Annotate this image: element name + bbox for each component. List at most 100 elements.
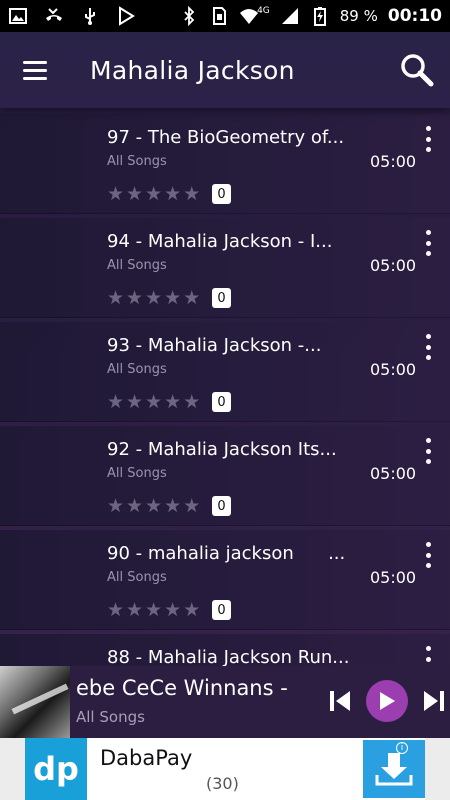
more-options-icon[interactable] (416, 438, 440, 464)
star-icon[interactable]: ★ (164, 288, 181, 308)
ad-margin (425, 738, 450, 800)
search-icon (401, 54, 434, 87)
star-icon[interactable]: ★ (126, 600, 143, 620)
song-list: 97 - The BioGeometry of... All Songs 05:… (0, 114, 450, 738)
ad-download-button[interactable] (363, 740, 425, 798)
signal-icon (281, 8, 298, 24)
battery-level: 89 % (339, 7, 378, 25)
skip-previous-icon[interactable] (328, 689, 352, 713)
star-icon[interactable]: ★ (107, 496, 124, 516)
song-duration: 05:00 (370, 568, 417, 587)
rating-count: 0 (212, 600, 231, 620)
more-options-icon[interactable] (416, 334, 440, 360)
now-playing-subtitle: All Songs (76, 708, 145, 726)
download-icon (375, 753, 413, 786)
missed-call-icon (46, 8, 62, 21)
image-notification-icon (9, 8, 27, 24)
star-icon[interactable]: ★ (164, 184, 181, 204)
star-icon[interactable]: ★ (145, 600, 162, 620)
song-title: 94 - Mahalia Jackson - I... (107, 231, 333, 252)
rating-count: 0 (212, 184, 231, 204)
song-row[interactable]: 94 - Mahalia Jackson - I... All Songs 05… (0, 218, 450, 318)
star-icon[interactable]: ★ (183, 184, 200, 204)
song-title: 92 - Mahalia Jackson Its... (107, 439, 337, 460)
star-icon[interactable]: ★ (107, 600, 124, 620)
song-subtitle: All Songs (107, 258, 167, 273)
battery-charging-icon (313, 7, 326, 26)
song-title: 88 - Mahalia Jackson Run... (107, 647, 350, 668)
bluetooth-icon (184, 6, 195, 26)
rating-count: 0 (212, 392, 231, 412)
now-playing-bar[interactable]: ebe CeCe Winnans - All Songs (0, 666, 450, 738)
rating-stars[interactable]: ★ ★ ★ ★ ★ (107, 288, 200, 308)
ad-margin (0, 738, 25, 800)
song-title: 90 - mahalia jackson ... (107, 543, 346, 564)
hamburger-menu-icon (23, 58, 47, 82)
song-title: 93 - Mahalia Jackson -... (107, 335, 322, 356)
wifi-icon (240, 9, 259, 24)
status-bar: 4G 89 % 00:10 (0, 0, 450, 32)
song-row[interactable]: 97 - The BioGeometry of... All Songs 05:… (0, 114, 450, 214)
now-playing-title: ebe CeCe Winnans - (76, 676, 288, 700)
more-options-icon[interactable] (416, 230, 440, 256)
star-icon[interactable]: ★ (126, 288, 143, 308)
play-button[interactable] (366, 680, 408, 722)
star-icon[interactable]: ★ (183, 600, 200, 620)
star-icon[interactable]: ★ (183, 392, 200, 412)
menu-button[interactable] (0, 32, 70, 108)
star-icon[interactable]: ★ (126, 496, 143, 516)
now-playing-info: ebe CeCe Winnans - All Songs (76, 676, 316, 726)
song-row[interactable]: 93 - Mahalia Jackson -... All Songs 05:0… (0, 322, 450, 422)
star-icon[interactable]: ★ (145, 496, 162, 516)
song-title: 97 - The BioGeometry of... (107, 127, 345, 148)
rating-stars[interactable]: ★ ★ ★ ★ ★ (107, 184, 200, 204)
ad-logo: dp (25, 738, 87, 800)
ad-info-icon[interactable]: i (396, 742, 408, 754)
ad-banner[interactable]: dp DabaPay (30) i (0, 738, 450, 800)
song-subtitle: All Songs (107, 154, 167, 169)
star-icon[interactable]: ★ (107, 392, 124, 412)
ad-rating-count: (30) (206, 774, 239, 793)
rating-count: 0 (212, 496, 231, 516)
skip-next-icon[interactable] (422, 689, 446, 713)
star-icon[interactable]: ★ (164, 392, 181, 412)
song-row[interactable]: 90 - mahalia jackson ... All Songs 05:00… (0, 530, 450, 630)
star-icon[interactable]: ★ (107, 184, 124, 204)
star-icon[interactable]: ★ (145, 288, 162, 308)
page-title: Mahalia Jackson (90, 55, 295, 85)
song-duration: 05:00 (370, 256, 417, 275)
song-row[interactable]: 92 - Mahalia Jackson Its... All Songs 05… (0, 426, 450, 526)
song-subtitle: All Songs (107, 466, 167, 481)
song-duration: 05:00 (370, 464, 417, 483)
more-options-icon[interactable] (416, 542, 440, 568)
search-button[interactable] (384, 32, 450, 108)
play-icon (380, 692, 395, 710)
star-icon[interactable]: ★ (164, 496, 181, 516)
play-store-icon (119, 6, 135, 26)
network-type: 4G (257, 6, 270, 16)
song-subtitle: All Songs (107, 362, 167, 377)
usb-icon (85, 8, 95, 25)
star-icon[interactable]: ★ (183, 288, 200, 308)
star-icon[interactable]: ★ (145, 184, 162, 204)
app-bar: Mahalia Jackson (0, 32, 450, 108)
rating-stars[interactable]: ★ ★ ★ ★ ★ (107, 600, 200, 620)
star-icon[interactable]: ★ (107, 288, 124, 308)
ad-app-name: DabaPay (100, 746, 193, 770)
sim-icon (213, 7, 227, 25)
star-icon[interactable]: ★ (145, 392, 162, 412)
song-subtitle: All Songs (107, 570, 167, 585)
rating-count: 0 (212, 288, 231, 308)
rating-stars[interactable]: ★ ★ ★ ★ ★ (107, 392, 200, 412)
clock: 00:10 (387, 6, 442, 26)
more-options-icon[interactable] (416, 126, 440, 152)
rating-stars[interactable]: ★ ★ ★ ★ ★ (107, 496, 200, 516)
star-icon[interactable]: ★ (164, 600, 181, 620)
star-icon[interactable]: ★ (183, 496, 200, 516)
star-icon[interactable]: ★ (126, 392, 143, 412)
song-duration: 05:00 (370, 360, 417, 379)
star-icon[interactable]: ★ (126, 184, 143, 204)
album-art (0, 666, 70, 738)
playback-controls (328, 680, 446, 722)
song-duration: 05:00 (370, 152, 417, 171)
